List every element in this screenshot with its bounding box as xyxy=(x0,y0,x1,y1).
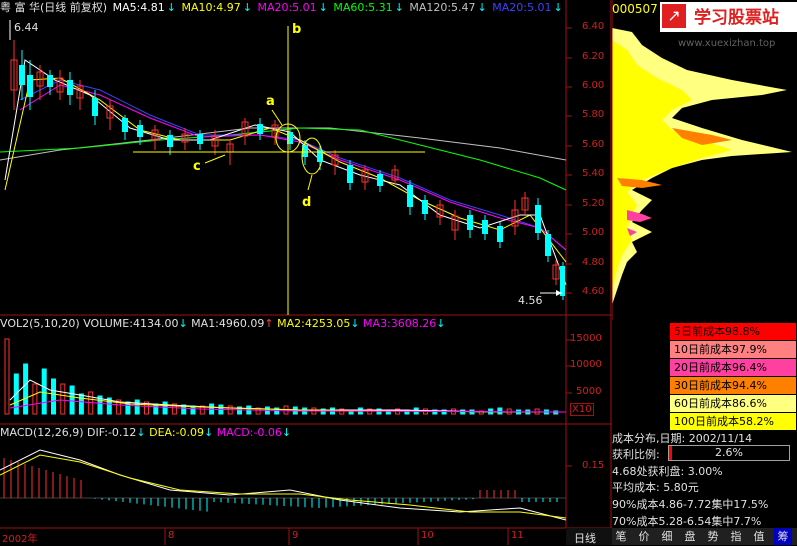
cost-70-percent: 70%成本5.28-6.54集中7.7% xyxy=(612,515,762,528)
cost-legend-5d: 5日前成本98.8% xyxy=(670,323,796,340)
profit-ratio-label: 获利比例: xyxy=(612,448,660,461)
vol-value: VOLUME:4134.00 xyxy=(83,317,179,330)
price-tick: 4.80 xyxy=(582,257,605,268)
volume-bar xyxy=(78,393,84,415)
down-arrow-icon: ↓ xyxy=(178,317,188,330)
tab-detail[interactable]: 细 xyxy=(658,528,676,545)
cost-legend-20d: 20日前成本96.4% xyxy=(670,359,796,376)
date-month-10: 10 xyxy=(421,530,434,541)
vol-ma3: MA3:3608.26 xyxy=(363,317,437,330)
volume-bar xyxy=(497,407,503,415)
date-month-11: 11 xyxy=(511,530,524,541)
volume-bar xyxy=(60,383,66,415)
vol-ma2: MA2:4253.05 xyxy=(277,317,351,330)
annotation-a: a xyxy=(266,94,275,109)
volume-bar xyxy=(162,401,168,415)
side-tab-bar: 笔 价 细 盘 势 指 值 筹 xyxy=(612,528,797,545)
macd-dea: DEA:-0.09 xyxy=(149,426,205,439)
distribution-date: 成本分布,日期: 2002/11/14 xyxy=(612,432,753,445)
price-tick: 5.60 xyxy=(582,139,605,150)
vol-tick: 10000 xyxy=(570,359,602,370)
tab-index[interactable]: 指 xyxy=(727,528,745,545)
vol-label: VOL2(5,10,20) xyxy=(0,317,80,330)
date-year: 2002年 xyxy=(2,534,38,545)
volume-bar xyxy=(41,368,47,415)
cost-legend-10d: 10日前成本97.9% xyxy=(670,341,796,358)
watermark-banner: ↗ 学习股票站 xyxy=(660,2,797,32)
profit-ratio-bar: 2.6% xyxy=(668,445,790,461)
tab-trend[interactable]: 势 xyxy=(704,528,722,545)
tab-price[interactable]: 价 xyxy=(635,528,653,545)
volume-bar xyxy=(23,363,29,415)
tab-chips[interactable]: 筹 xyxy=(774,528,792,545)
annotation-b: b xyxy=(292,22,302,37)
vol-tick: 15000 xyxy=(570,333,602,344)
down-arrow-icon: ↓ xyxy=(350,317,360,330)
price-tick: 5.00 xyxy=(582,227,605,238)
price-tick: 6.00 xyxy=(582,80,605,91)
macd-tick: 0.15 xyxy=(582,460,605,471)
vol-unit: X10 xyxy=(570,403,594,416)
volume-bar xyxy=(51,378,56,415)
price-chart[interactable] xyxy=(0,0,612,545)
volume-header: VOL2(5,10,20) VOLUME:4134.00↓ MA1:4960.0… xyxy=(0,317,445,330)
profit-at-price: 4.68处获利盘: 3.00% xyxy=(612,465,723,478)
volume-bar xyxy=(553,410,559,415)
price-tick: 6.40 xyxy=(582,21,605,32)
macd-header: MACD(12,26,9) DIF:-0.12↓ DEA:-0.09↓ MACD… xyxy=(0,426,291,439)
cost-90-percent: 90%成本4.86-7.72集中17.5% xyxy=(612,498,769,511)
down-arrow-icon: ↓ xyxy=(281,426,292,439)
high-price-label: 6.44 xyxy=(14,21,39,34)
tab-value[interactable]: 值 xyxy=(750,528,768,545)
macd-value: MACD:-0.06 xyxy=(216,426,282,439)
price-tick: 5.20 xyxy=(582,198,605,209)
price-tick: 4.60 xyxy=(582,286,605,297)
price-tick: 5.80 xyxy=(582,109,605,120)
brand-logo-icon: ↗ xyxy=(662,4,686,28)
profit-ratio-value: 2.6% xyxy=(715,446,743,459)
annotation-c: c xyxy=(193,159,201,174)
cost-legend-30d: 30日前成本94.4% xyxy=(670,377,796,394)
volume-bar xyxy=(32,383,38,415)
vol-tick: 5000 xyxy=(576,386,602,397)
vol-ma1: MA1:4960.09 xyxy=(191,317,265,330)
stock-code: 000507 xyxy=(612,2,658,16)
volume-bar xyxy=(69,385,75,415)
down-arrow-icon: ↓ xyxy=(204,426,214,439)
volume-bar xyxy=(4,338,10,415)
macd-label: MACD(12,26,9) xyxy=(0,426,84,439)
average-cost: 平均成本: 5.80元 xyxy=(612,481,699,494)
down-arrow-icon: ↓ xyxy=(436,317,446,330)
tab-order-book[interactable]: 盘 xyxy=(681,528,699,545)
up-arrow-icon: ↑ xyxy=(264,317,274,330)
annotation-d: d xyxy=(302,195,312,210)
price-tick: 5.40 xyxy=(582,168,605,179)
brand-url: www.xuexizhan.top xyxy=(678,38,776,49)
brand-name: 学习股票站 xyxy=(694,8,779,28)
low-price-label: 4.56 xyxy=(518,294,543,307)
down-arrow-icon: ↓ xyxy=(136,426,146,439)
period-tab-daily[interactable]: 日线 xyxy=(574,530,596,546)
date-month-8: 8 xyxy=(168,530,175,541)
price-tick: 6.20 xyxy=(582,51,605,62)
cost-legend-60d: 60日前成本86.6% xyxy=(670,395,796,412)
volume-bar xyxy=(134,399,140,415)
tab-trades[interactable]: 笔 xyxy=(612,528,630,545)
date-month-9: 9 xyxy=(292,530,299,541)
macd-dif: DIF:-0.12 xyxy=(87,426,137,439)
cost-legend-100d: 100日前成本58.2% xyxy=(670,413,796,430)
